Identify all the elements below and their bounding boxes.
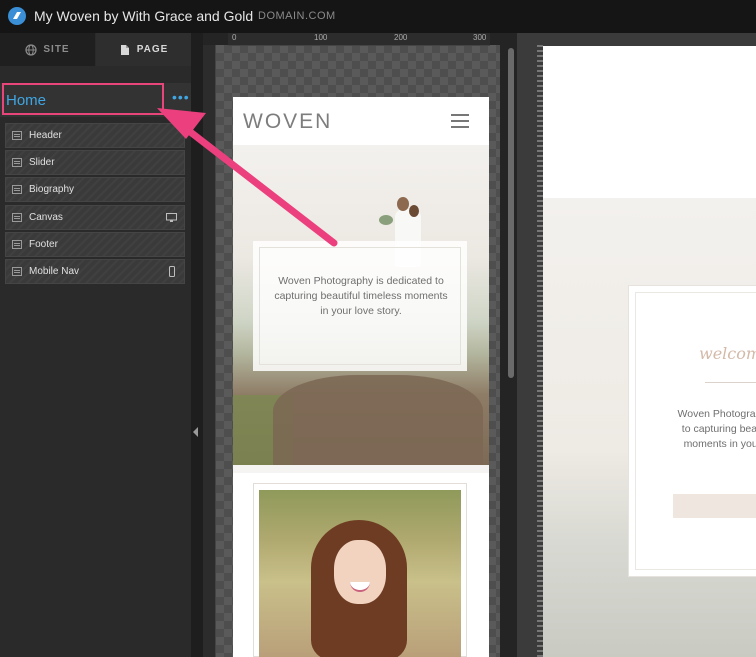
annotation-arrow-icon <box>157 108 338 247</box>
